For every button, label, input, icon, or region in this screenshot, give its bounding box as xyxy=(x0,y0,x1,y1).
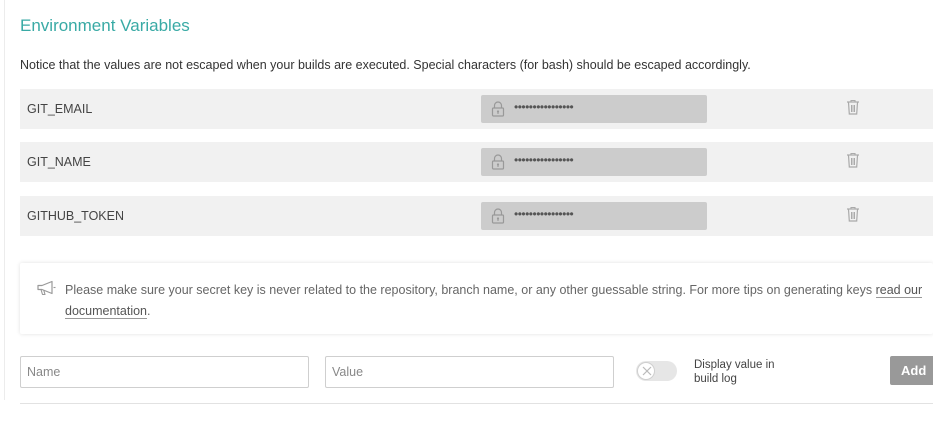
display-value-toggle[interactable] xyxy=(636,361,677,381)
env-var-row: GIT_NAME •••••••••••••••• xyxy=(20,142,933,182)
env-var-masked-value: •••••••••••••••• xyxy=(481,148,707,176)
masked-value-dots: •••••••••••••••• xyxy=(514,153,574,167)
add-button[interactable]: Add xyxy=(890,356,933,385)
lock-icon xyxy=(491,101,505,117)
lock-icon xyxy=(491,154,505,170)
escape-notice: Notice that the values are not escaped w… xyxy=(20,58,751,72)
env-var-name: GITHUB_TOKEN xyxy=(27,209,125,223)
left-rule xyxy=(4,0,5,400)
section-title: Environment Variables xyxy=(20,16,190,35)
masked-value-dots: •••••••••••••••• xyxy=(514,100,574,114)
divider xyxy=(20,403,933,404)
env-var-row: GIT_EMAIL •••••••••••••••• xyxy=(20,89,933,129)
env-vars-section: Environment Variables Notice that the va… xyxy=(0,0,933,429)
env-var-name: GIT_NAME xyxy=(27,155,91,169)
close-icon xyxy=(642,366,652,376)
megaphone-icon xyxy=(37,280,56,296)
env-var-name: GIT_EMAIL xyxy=(27,102,93,116)
env-var-masked-value: •••••••••••••••• xyxy=(481,95,707,123)
display-value-label: Display value in build log xyxy=(694,359,775,385)
trash-icon[interactable] xyxy=(846,206,860,222)
tip-text: Please make sure your secret key is neve… xyxy=(65,280,925,322)
value-input[interactable] xyxy=(325,356,614,388)
env-var-masked-value: •••••••••••••••• xyxy=(481,202,707,230)
toggle-knob xyxy=(637,362,655,380)
security-tip-box: Please make sure your secret key is neve… xyxy=(20,263,933,334)
tip-message: Please make sure your secret key is neve… xyxy=(65,283,873,297)
masked-value-dots: •••••••••••••••• xyxy=(514,207,574,221)
tip-trailing: . xyxy=(147,304,151,318)
trash-icon[interactable] xyxy=(846,152,860,168)
name-input[interactable] xyxy=(20,356,309,388)
env-var-row: GITHUB_TOKEN •••••••••••••••• xyxy=(20,196,933,236)
lock-icon xyxy=(491,208,505,224)
trash-icon[interactable] xyxy=(846,99,860,115)
